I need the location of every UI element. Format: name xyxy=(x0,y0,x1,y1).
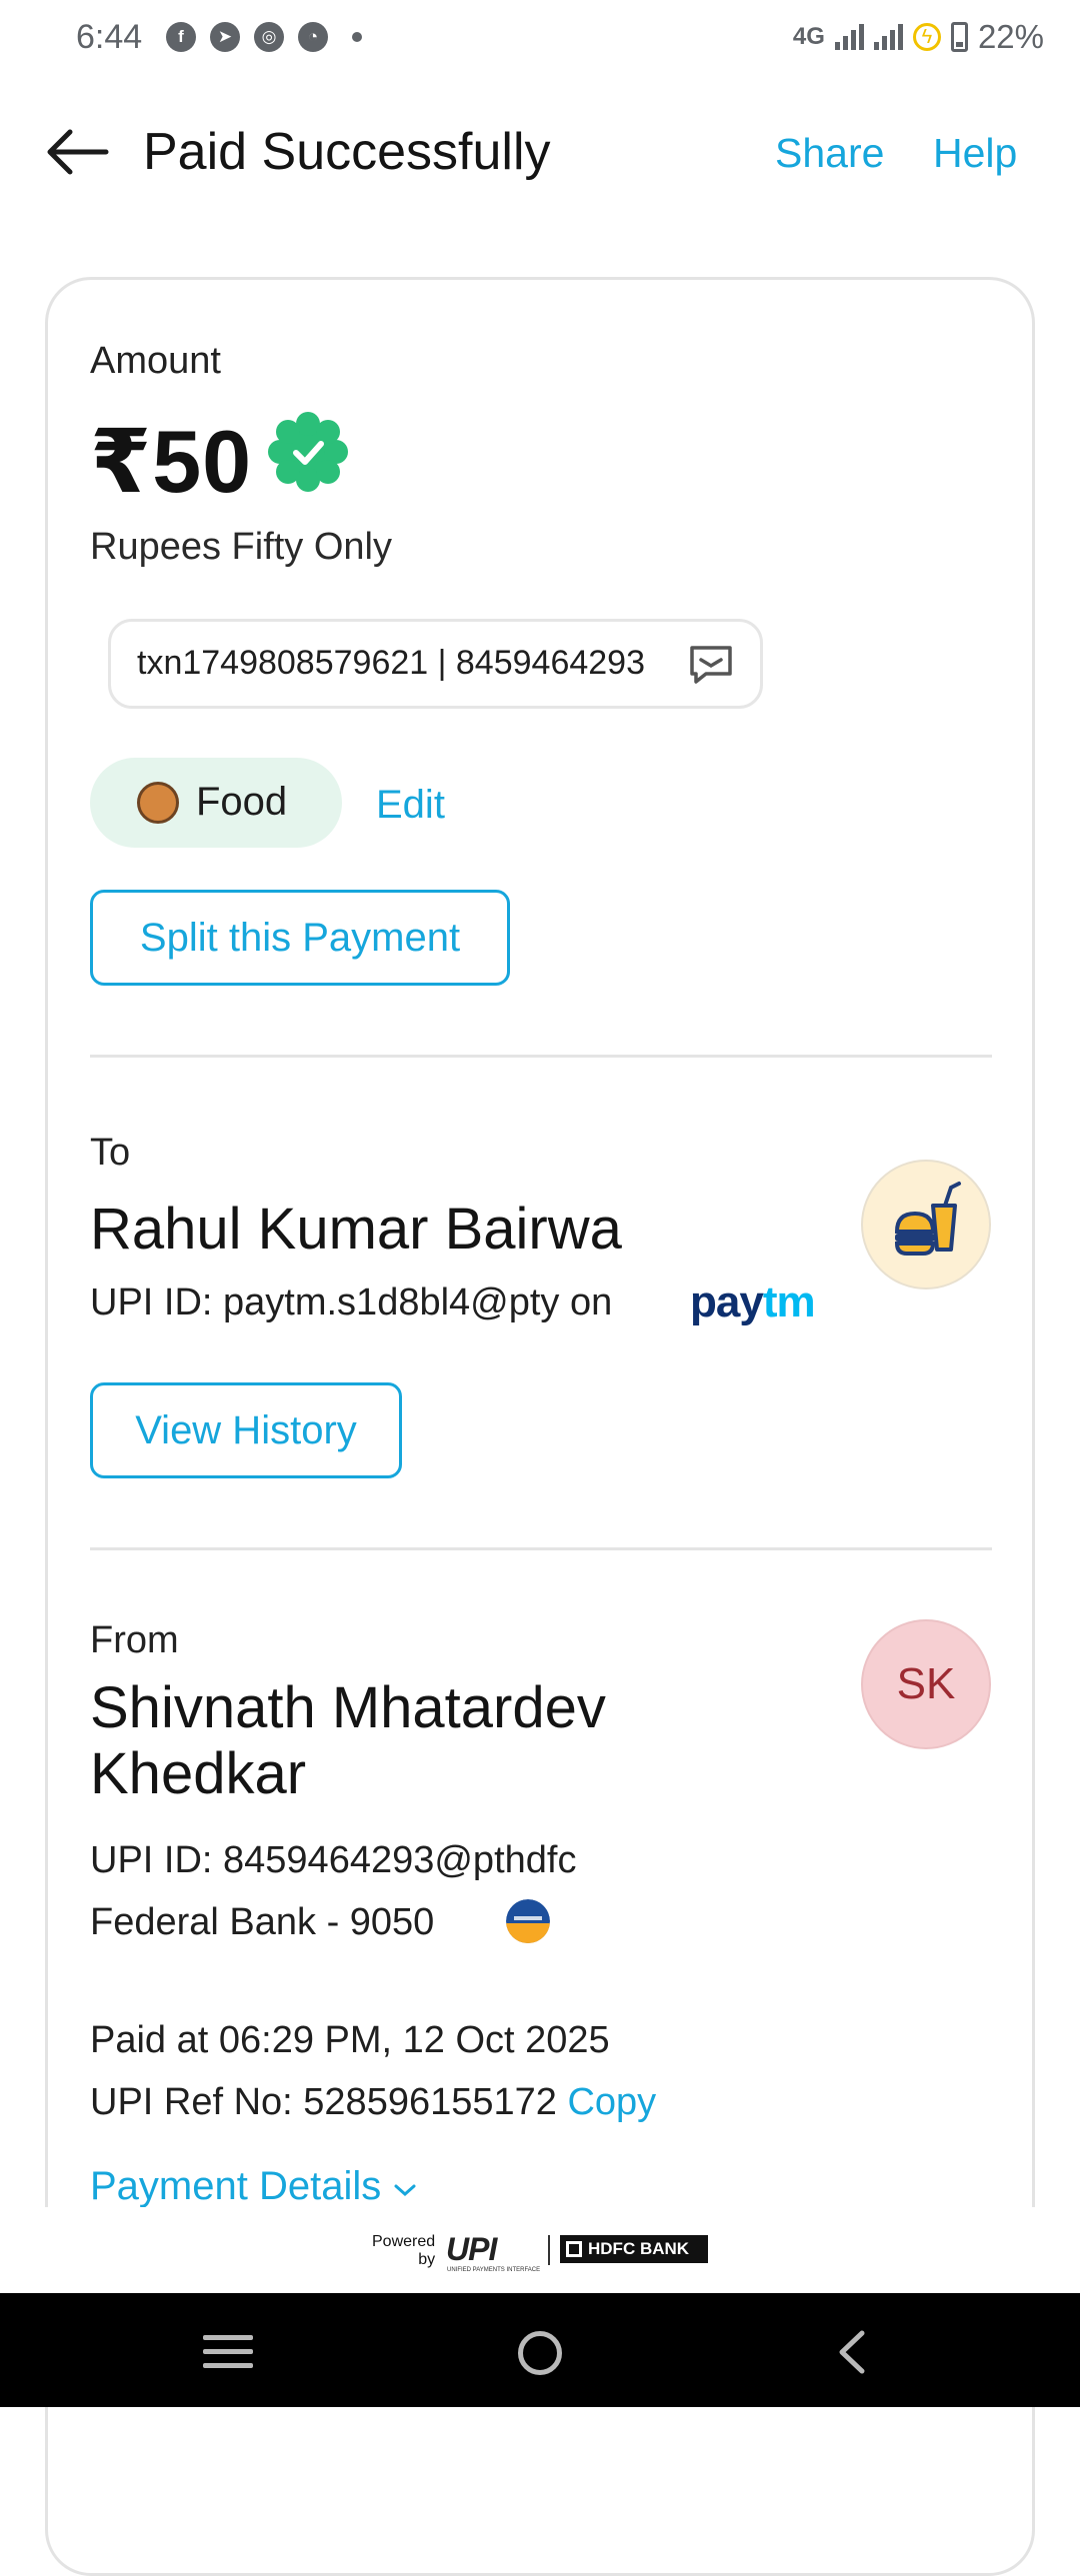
amount-label: Amount xyxy=(90,340,221,382)
federal-bank-logo xyxy=(506,1899,550,1943)
view-history-button[interactable]: View History xyxy=(90,1382,402,1478)
sender-avatar: SK xyxy=(861,1619,991,1749)
charging-icon: ϟ xyxy=(912,23,941,51)
paytm-logo-pay: pay xyxy=(690,1278,764,1326)
message-icon[interactable] xyxy=(688,644,734,686)
system-icons: 4G ϟ 22% xyxy=(793,18,1044,56)
payment-details-label: Payment Details xyxy=(90,2164,382,2208)
paid-at-time: Paid at 06:29 PM, 12 Oct 2025 xyxy=(90,2019,610,2061)
help-button[interactable]: Help xyxy=(933,130,1017,177)
more-notifications-dot xyxy=(352,32,362,42)
note-text: txn1749808579621 | 8459464293 xyxy=(137,644,645,682)
signal-1-icon xyxy=(834,24,864,50)
divider xyxy=(90,1055,992,1058)
merchant-food-avatar xyxy=(861,1160,991,1289)
footer-separator xyxy=(548,2235,550,2265)
paytm-logo: paytm xyxy=(690,1278,816,1327)
powered-word: Powered xyxy=(372,2233,436,2250)
powered-by-text: Powered by xyxy=(372,2233,435,2269)
signal-2-icon xyxy=(873,24,903,50)
payment-note: txn1749808579621 | 8459464293 xyxy=(108,619,763,709)
telegram-icon: ➤ xyxy=(210,22,240,52)
share-button[interactable]: Share xyxy=(775,130,884,177)
status-bar: 6:44 f ➤ ◎ ◔ 4G ϟ 22% xyxy=(0,0,1080,80)
system-back-button[interactable] xyxy=(832,2329,872,2375)
facebook-icon: f xyxy=(166,22,196,52)
system-navigation-bar xyxy=(0,2293,1080,2407)
chevron-down-icon xyxy=(394,2184,416,2197)
divider xyxy=(90,1547,992,1550)
verified-check-icon xyxy=(268,412,348,492)
category-label: Food xyxy=(196,780,288,824)
food-icon xyxy=(137,782,179,824)
paytm-logo-tm: tm xyxy=(762,1278,816,1326)
sender-name: Shivnath Mhatardev Khedkar xyxy=(90,1675,606,1806)
home-button[interactable] xyxy=(518,2331,562,2375)
split-payment-button[interactable]: Split this Payment xyxy=(90,890,510,986)
upi-ref-row: UPI Ref No: 528596155172 Copy xyxy=(90,2081,656,2124)
recent-apps-button[interactable] xyxy=(203,2335,253,2371)
amount-value: ₹50 xyxy=(90,412,253,511)
powered-by-footer: Powered by UPI UNIFIED PAYMENTS INTERFACE… xyxy=(0,2207,1080,2293)
copy-ref-button[interactable]: Copy xyxy=(567,2081,656,2123)
header: Paid Successfully Share Help xyxy=(0,100,1080,210)
upi-logo: UPI xyxy=(446,2231,497,2267)
hdfc-text: HDFC BANK xyxy=(588,2239,690,2258)
burger-drink-icon xyxy=(894,1182,961,1256)
speed-icon: ◔ xyxy=(298,22,328,52)
page-title: Paid Successfully xyxy=(143,123,551,181)
upi-ref-number: UPI Ref No: 528596155172 xyxy=(90,2081,557,2123)
hdfc-bank-logo: HDFC BANK xyxy=(560,2235,708,2263)
back-arrow-icon[interactable] xyxy=(44,126,110,178)
category-pill[interactable]: Food xyxy=(90,758,342,848)
edit-category-link[interactable]: Edit xyxy=(376,783,445,828)
recipient-name: Rahul Kumar Bairwa xyxy=(90,1197,622,1262)
instagram-icon: ◎ xyxy=(254,22,284,52)
upi-subtitle: UNIFIED PAYMENTS INTERFACE xyxy=(447,2267,541,2273)
amount-in-words: Rupees Fifty Only xyxy=(90,526,392,568)
hdfc-icon xyxy=(566,2241,582,2257)
notification-icons: f ➤ ◎ ◔ xyxy=(166,22,362,52)
to-label: To xyxy=(90,1132,131,1174)
battery-icon xyxy=(950,22,968,52)
status-time: 6:44 xyxy=(76,18,143,56)
from-label: From xyxy=(90,1619,179,1661)
battery-percent: 22% xyxy=(977,18,1044,55)
payment-details-toggle[interactable]: Payment Details xyxy=(90,2164,418,2209)
sender-bank: Federal Bank - 9050 xyxy=(90,1901,435,1943)
by-word: by xyxy=(418,2251,436,2268)
sender-upi-id: UPI ID: 8459464293@pthdfc xyxy=(90,1839,577,1881)
network-type: 4G xyxy=(792,23,825,50)
recipient-upi-id: UPI ID: paytm.s1d8bl4@pty on xyxy=(90,1282,613,1323)
